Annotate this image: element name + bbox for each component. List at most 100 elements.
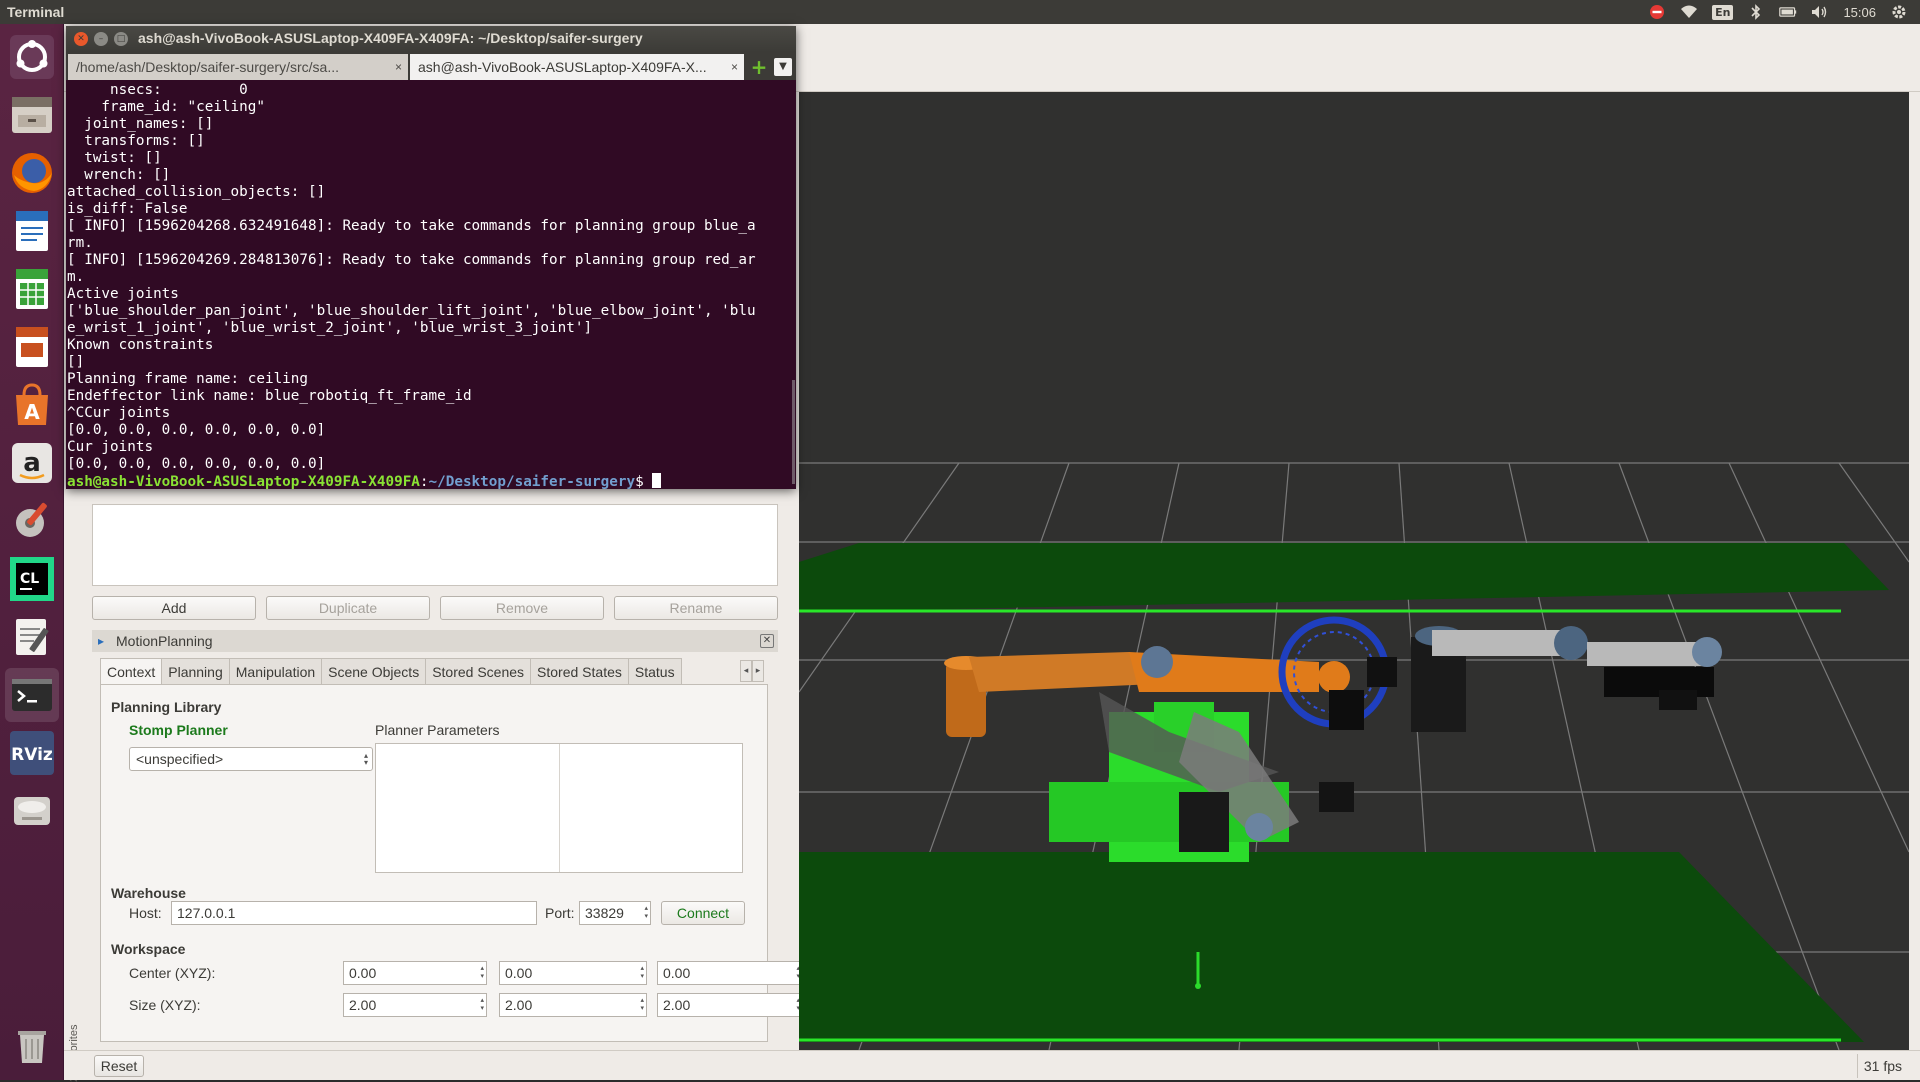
size-z-input[interactable]: 2.00 ▴▾ [657, 993, 803, 1017]
prompt-path: ~/Desktop/saifer-surgery [428, 474, 636, 489]
reset-button[interactable]: Reset [94, 1055, 144, 1077]
port-input[interactable]: 33829 ▴ ▾ [579, 901, 651, 925]
tab-planning[interactable]: Planning [161, 658, 230, 684]
size-xyz-label: Size (XYZ): [129, 997, 201, 1013]
spinner-icon[interactable]: ▴▾ [480, 965, 484, 981]
terminal-icon[interactable] [5, 668, 59, 722]
terminal-line: joint_names: [] [67, 116, 214, 132]
terminal-line: Active joints [67, 286, 179, 302]
spinner-icon[interactable]: ▴▾ [640, 997, 644, 1013]
size-y-input[interactable]: 2.00 ▴ ▾ [499, 993, 647, 1017]
terminal-line: [] [67, 354, 85, 370]
terminal-line: [ INFO] [1596204269.284813076]: Ready to… [67, 252, 756, 268]
terminal-window[interactable]: ✕ – □ ash@ash-VivoBook-ASUSLaptop-X409FA… [66, 26, 796, 489]
chevron-updown-icon: ▴ ▾ [363, 751, 368, 767]
impress-icon[interactable] [5, 320, 59, 374]
terminal-cursor [652, 473, 662, 488]
terminal-line: transforms: [] [67, 133, 205, 149]
spinner-icon[interactable]: ▴▾ [480, 997, 484, 1013]
prompt-user: ash@ash-VivoBook-ASUSLaptop-X409FA-X409F… [67, 474, 420, 489]
files-icon[interactable] [5, 88, 59, 142]
connect-button[interactable]: Connect [661, 901, 745, 925]
terminal-line: Cur joints [67, 439, 154, 455]
spinner-icon[interactable]: ▴▾ [644, 905, 648, 921]
minimize-window-icon[interactable]: – [94, 32, 108, 46]
system-settings-icon[interactable] [5, 494, 59, 548]
rviz-icon[interactable]: RViz [5, 726, 59, 780]
writer-icon[interactable] [5, 204, 59, 258]
software-center-icon[interactable]: A [5, 378, 59, 432]
chevron-right-icon[interactable]: ▸ [752, 660, 764, 682]
maximize-window-icon[interactable]: □ [114, 32, 128, 46]
disk-icon[interactable] [5, 784, 59, 838]
trash-icon[interactable] [5, 1018, 59, 1072]
terminal-prompt[interactable]: ash@ash-VivoBook-ASUSLaptop-X409FA-X409F… [67, 473, 788, 489]
planner-parameters-table[interactable] [375, 743, 743, 873]
indicator-area: En 15:06 [1648, 0, 1908, 24]
text-editor-icon[interactable] [5, 610, 59, 664]
battery-icon[interactable] [1779, 4, 1797, 20]
tab-context[interactable]: Context [100, 658, 163, 685]
close-icon[interactable]: ✕ [760, 634, 774, 648]
workspace-label: Workspace [111, 941, 186, 957]
tab-scroll-arrows: ◂ ▸ [740, 660, 764, 682]
keyboard-lang-icon[interactable]: En [1712, 4, 1734, 20]
tab-menu-icon[interactable]: ▼ [774, 58, 792, 76]
motion-planning-header: ▸ MotionPlanning ✕ [92, 630, 778, 652]
scene-render [799, 462, 1909, 1050]
chevron-left-icon[interactable]: ◂ [740, 660, 752, 682]
clock[interactable]: 15:06 [1843, 5, 1876, 20]
clion-icon[interactable]: CL [5, 552, 59, 606]
remove-button[interactable]: Remove [440, 596, 604, 620]
center-x-input[interactable]: 0.00 ▴ ▾ [343, 961, 487, 985]
close-window-icon[interactable]: ✕ [74, 32, 88, 46]
volume-icon[interactable] [1811, 4, 1829, 20]
port-label: Port: [545, 905, 575, 921]
no-entry-icon[interactable] [1648, 4, 1666, 20]
terminal-line: Planning frame name: ceiling [67, 371, 309, 387]
host-label: Host: [129, 905, 162, 921]
terminal-tab-1-label: /home/ash/Desktop/saifer-surgery/src/sa.… [76, 59, 339, 75]
close-tab-icon[interactable]: × [731, 60, 738, 74]
wifi-icon[interactable] [1680, 4, 1698, 20]
terminal-line: m. [67, 269, 85, 285]
amazon-icon[interactable]: a [5, 436, 59, 490]
terminal-title: ash@ash-VivoBook-ASUSLaptop-X409FA-X409F… [138, 30, 643, 46]
orange-arm-joint [1141, 646, 1173, 678]
fps-counter: 31 fps [1856, 1054, 1908, 1078]
size-x-value: 2.00 [349, 997, 377, 1013]
new-tab-icon[interactable]: + [750, 57, 768, 77]
terminal-titlebar[interactable]: ✕ – □ ash@ash-VivoBook-ASUSLaptop-X409FA… [66, 26, 796, 52]
tab-manipulation[interactable]: Manipulation [228, 658, 323, 684]
tab-stored-scenes[interactable]: Stored Scenes [425, 658, 532, 684]
displays-list[interactable] [92, 504, 778, 586]
terminal-scrollbar[interactable] [792, 380, 795, 484]
center-y-input[interactable]: 0.00 ▴ ▾ [499, 961, 647, 985]
grey-arm-link-2 [1587, 642, 1707, 666]
terminal-line: [0.0, 0.0, 0.0, 0.0, 0.0, 0.0] [67, 422, 326, 438]
close-tab-icon[interactable]: × [395, 60, 402, 74]
bluetooth-icon[interactable] [1747, 4, 1765, 20]
3d-viewport[interactable] [799, 92, 1909, 1050]
firefox-icon[interactable] [5, 146, 59, 200]
terminal-tab-2[interactable]: ash@ash-VivoBook-ASUSLaptop-X409FA-X... … [410, 54, 744, 80]
tab-scene-objects[interactable]: Scene Objects [321, 658, 427, 684]
terminal-tab-1[interactable]: /home/ash/Desktop/saifer-surgery/src/sa.… [68, 54, 408, 80]
size-x-input[interactable]: 2.00 ▴ ▾ [343, 993, 487, 1017]
ubuntu-dash-icon[interactable] [5, 30, 59, 84]
status-bar: Reset 31 fps [64, 1050, 1920, 1080]
calc-icon[interactable] [5, 262, 59, 316]
tab-stored-states[interactable]: Stored States [530, 658, 629, 684]
planner-select[interactable]: <unspecified> ▴ ▾ [129, 747, 373, 771]
gear-icon[interactable] [1890, 4, 1908, 20]
spinner-icon[interactable]: ▴▾ [640, 965, 644, 981]
context-tab-body: Planning Library Stomp Planner <unspecif… [100, 684, 803, 1042]
duplicate-button[interactable]: Duplicate [266, 596, 430, 620]
terminal-output[interactable]: nsecs: 0 frame_id: "ceiling" joint_names… [66, 80, 788, 489]
host-input[interactable]: 127.0.0.1 [171, 901, 537, 925]
add-button[interactable]: Add [92, 596, 256, 620]
rename-button[interactable]: Rename [614, 596, 778, 620]
tab-status[interactable]: Status [627, 658, 682, 684]
center-x-value: 0.00 [349, 965, 377, 981]
center-z-input[interactable]: 0.00 ▴▾ [657, 961, 803, 985]
